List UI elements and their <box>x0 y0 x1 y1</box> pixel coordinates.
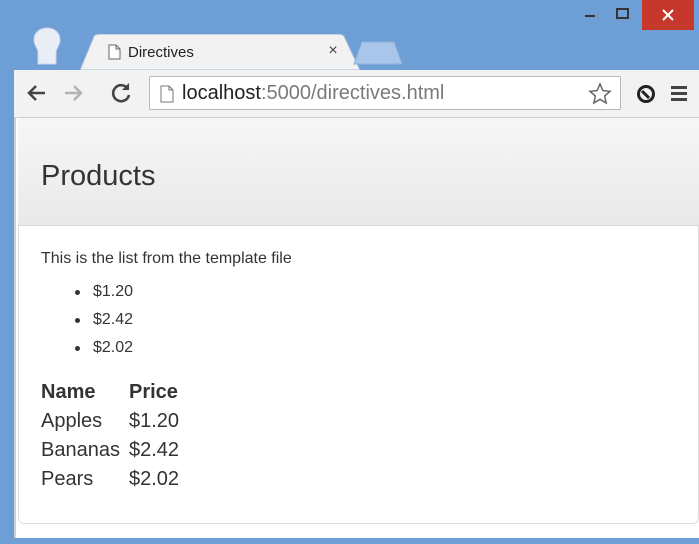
cell-name: Pears <box>41 468 94 490</box>
extension-icon[interactable] <box>634 82 658 106</box>
url-text[interactable]: localhost:5000/directives.html <box>182 82 444 105</box>
forward-arrow-icon[interactable] <box>60 80 86 106</box>
cell-price: $1.20 <box>129 410 180 432</box>
intro-text: This is the list from the template file <box>41 250 292 267</box>
title-bar: Directives × <box>0 0 699 70</box>
panel-body: This is the list from the template file … <box>18 226 699 524</box>
profile-icon[interactable] <box>30 26 64 66</box>
page-icon <box>160 85 174 103</box>
back-arrow-icon[interactable] <box>24 80 50 106</box>
page-header: Products <box>18 118 699 226</box>
new-tab-button[interactable] <box>352 40 404 66</box>
list-item: $1.20 <box>59 278 133 306</box>
page-icon <box>108 44 121 60</box>
cell-price: $2.02 <box>129 468 180 490</box>
table-row: Apples $1.20 <box>41 407 179 436</box>
tab-title: Directives <box>128 44 194 61</box>
maximize-button[interactable] <box>608 0 638 34</box>
column-header-price: Price <box>129 381 178 403</box>
table-header-row: Name Price <box>41 378 179 407</box>
products-table: Name Price Apples $1.20 Bananas $2.42 Pe… <box>41 378 179 494</box>
page-title: Products <box>41 160 156 192</box>
star-icon[interactable] <box>588 82 612 106</box>
window-border-bottom <box>14 538 699 544</box>
close-window-button[interactable] <box>642 0 694 30</box>
minimize-button[interactable] <box>576 0 606 34</box>
tab-close-icon[interactable]: × <box>324 42 342 60</box>
cell-price: $2.42 <box>129 439 180 461</box>
table-row: Pears $2.02 <box>41 465 179 494</box>
tab-directives[interactable]: Directives × <box>80 34 360 70</box>
close-icon <box>662 9 674 21</box>
column-header-name: Name <box>41 381 96 403</box>
browser-toolbar: localhost:5000/directives.html <box>14 70 699 118</box>
list-item: $2.42 <box>59 306 133 334</box>
reload-icon[interactable] <box>108 80 134 106</box>
cell-name: Apples <box>41 410 103 432</box>
browser-window: Directives × localhost:5000/directives.h… <box>0 0 699 544</box>
list-item: $2.02 <box>59 334 133 362</box>
table-row: Bananas $2.42 <box>41 436 179 465</box>
price-list: $1.20 $2.42 $2.02 <box>59 278 133 362</box>
page-viewport: Products This is the list from the templ… <box>14 118 699 538</box>
address-bar[interactable]: localhost:5000/directives.html <box>149 76 621 110</box>
cell-name: Bananas <box>41 439 120 461</box>
menu-icon[interactable] <box>668 82 690 104</box>
